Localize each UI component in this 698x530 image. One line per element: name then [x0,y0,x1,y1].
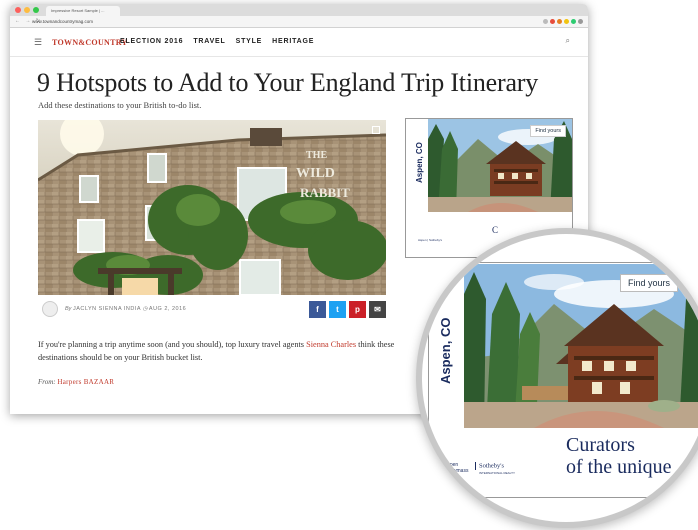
ad-tagline: Curators of the unique [566,434,672,478]
sign-text-rabbit: RABBIT [300,185,350,200]
source-line: From: Harpers BAZAAR [38,378,114,386]
logo-aspen-snowmass: Aspen Snowmass [444,462,469,474]
search-icon[interactable]: ⌕ [566,36,570,46]
expand-icon[interactable] [372,126,380,134]
sienna-charles-link[interactable]: Sienna Charles [306,340,356,349]
star-icon[interactable] [543,19,548,24]
byline-prefix: By [65,306,72,312]
article-body: If you're planning a trip anytime soon (… [38,338,398,364]
svg-text:Aspen, CO: Aspen, CO [438,318,453,384]
nav-link-style[interactable]: STYLE [236,38,263,45]
stone-inn-illustration: THE WILD RABBIT [38,120,386,295]
facebook-share-button[interactable]: f [309,301,326,318]
email-share-button[interactable]: ✉ [369,301,386,318]
maximize-window-button[interactable] [33,7,39,13]
from-label: From: [38,378,56,386]
sothebys-logo: Aspen Snowmass [444,462,468,474]
tagline-line1: Curators [566,434,635,456]
find-yours-button-zoomed[interactable]: Find yours [620,274,679,292]
share-buttons: f t p ✉ [309,301,386,318]
publish-date: AUG 2, 2016 [148,306,187,312]
sign-text-wild: WILD [296,166,335,181]
article-headline: 9 Hotspots to Add to Your England Trip I… [37,68,539,97]
tagline-line2: of the unique [566,456,672,478]
logo-divider [475,462,476,470]
sign-text-the: THE [306,150,327,161]
extension-icon[interactable] [571,19,576,24]
minimize-window-button[interactable] [24,7,30,13]
extension-icon[interactable] [550,19,555,24]
logo-realty: INTERNATIONAL REALTY [479,471,515,475]
magnifier-content: Aspen, CO Find yours Aspen Snowmass Soth… [422,234,698,522]
byline: By JACLYN SIENNA INDIA ◷ AUG 2, 2016 [65,306,186,312]
sothebys-logo-right: Sotheby's INTERNATIONAL REALTY [472,462,515,476]
extension-icon[interactable] [557,19,562,24]
pinterest-share-button[interactable]: p [349,301,366,318]
logo-sothebys: Sotheby's [479,462,505,470]
address-bar[interactable]: www.townandcountrymag.com [32,18,496,25]
extension-icon[interactable] [564,19,569,24]
ad-location-label: Aspen, CO [415,142,424,183]
article-deck: Add these destinations to your British t… [38,100,202,110]
clock-icon: ◷ [142,306,148,312]
magnifier-zoom: Aspen, CO Find yours Aspen Snowmass Soth… [416,228,698,528]
nav-link-election[interactable]: ELECTION 2016 [120,38,183,45]
nav-links: ELECTION 2016 TRAVEL STYLE HERITAGE [120,38,314,45]
tab-title: Impressive Resort Sample | ... [51,8,105,13]
hamburger-menu-icon[interactable]: ☰ [34,37,42,48]
body-text-part1: If you're planning a trip anytime soon (… [38,340,305,349]
extension-icons [543,19,583,24]
byline-row: By JACLYN SIENNA INDIA ◷ AUG 2, 2016 f t… [38,295,386,325]
site-nav: ☰ TOWN&COUNTRY ELECTION 2016 TRAVEL STYL… [10,28,588,57]
svg-text:Aspen, CO: Aspen, CO [415,142,424,183]
browser-toolbar: ← → ↻ www.townandcountrymag.com [10,16,588,28]
hero-image[interactable]: THE WILD RABBIT [38,120,386,295]
window-controls [15,7,39,13]
tab-strip: Impressive Resort Sample | ... [10,4,588,16]
ad-location-label-zoomed: Aspen, CO [438,318,453,384]
find-yours-button[interactable]: Find yours [530,125,566,137]
source-link[interactable]: Harpers BAZAAR [57,378,114,386]
ad-photo: Find yours [428,119,572,212]
author-name[interactable]: JACLYN SIENNA INDIA [73,306,141,312]
menu-icon[interactable] [578,19,583,24]
author-avatar [42,301,58,317]
site-logo[interactable]: TOWN&COUNTRY [52,38,128,47]
close-window-button[interactable] [15,7,21,13]
browser-tab[interactable]: Impressive Resort Sample | ... [46,6,120,16]
nav-link-travel[interactable]: TRAVEL [193,38,225,45]
twitter-share-button[interactable]: t [329,301,346,318]
nav-link-heritage[interactable]: HERITAGE [272,38,314,45]
